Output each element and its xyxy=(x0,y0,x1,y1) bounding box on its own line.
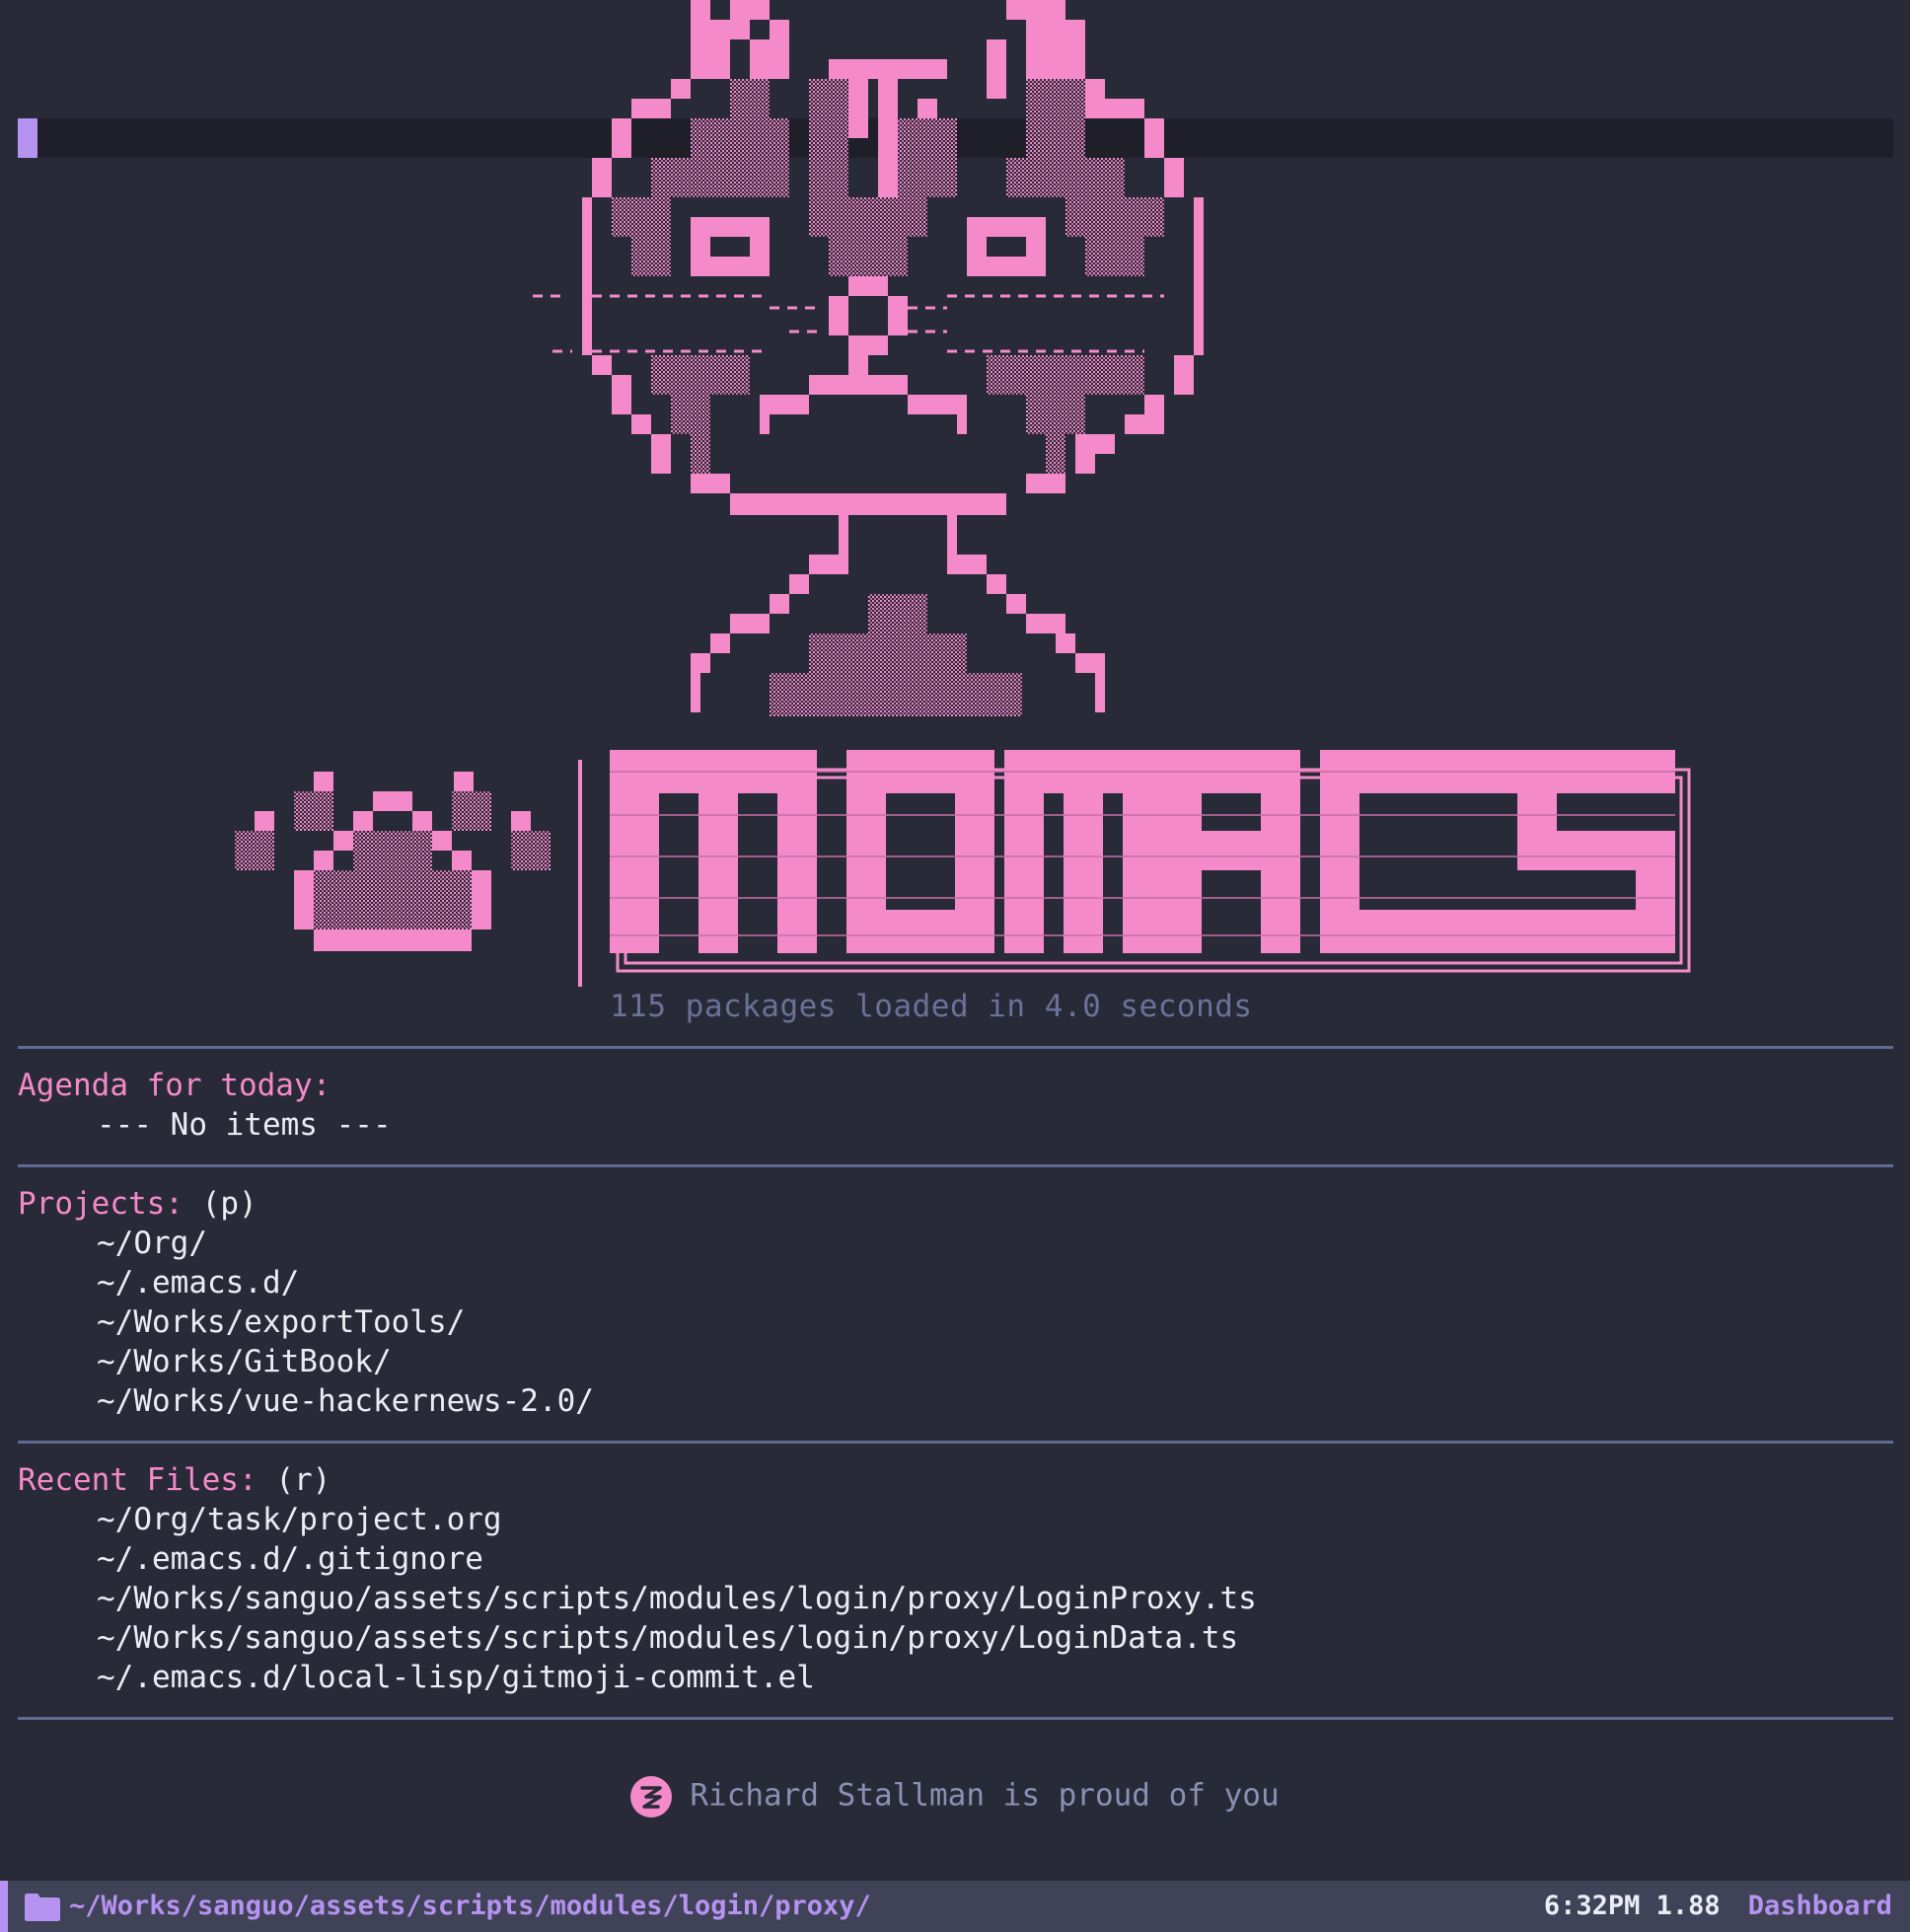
mode-line-time-load: 6:32PM 1.88 xyxy=(1543,1891,1721,1921)
footer-message: Richard Stallman is proud of you xyxy=(690,1777,1280,1814)
section-separator xyxy=(18,1441,1893,1444)
projects-title: Projects: xyxy=(18,1186,184,1222)
section-separator xyxy=(18,1046,1893,1049)
projects-section: Projects: (p) ~/Org/ ~/.emacs.d/ ~/Works… xyxy=(18,1184,594,1421)
banner-divider xyxy=(578,760,582,987)
project-item[interactable]: ~/Works/GitBook/ xyxy=(18,1342,594,1381)
dashboard-footer: Richard Stallman is proud of you xyxy=(0,1776,1910,1818)
recent-file-item[interactable]: ~/.emacs.d/.gitignore xyxy=(18,1539,1257,1579)
agenda-title: Agenda for today: xyxy=(18,1068,331,1103)
paw-shading xyxy=(235,791,551,929)
recent-files-section: Recent Files: (r) ~/Org/task/project.org… xyxy=(18,1460,1257,1697)
agenda-empty-message: --- No items --- xyxy=(97,1107,392,1143)
recent-file-item[interactable]: ~/.emacs.d/local-lisp/gitmoji-commit.el xyxy=(18,1658,1257,1697)
project-item[interactable]: ~/.emacs.d/ xyxy=(18,1263,594,1302)
section-separator xyxy=(18,1164,1893,1167)
project-item[interactable]: ~/Works/vue-hackernews-2.0/ xyxy=(18,1381,594,1421)
recent-files-title: Recent Files: xyxy=(18,1462,257,1498)
mode-line-major-mode[interactable]: Dashboard xyxy=(1748,1891,1892,1921)
momacs-wordmark xyxy=(610,750,1691,973)
recent-file-item[interactable]: ~/Works/sanguo/assets/scripts/modules/lo… xyxy=(18,1579,1257,1618)
gnu-icon xyxy=(630,1776,673,1818)
agenda-section: Agenda for today: --- No items --- xyxy=(18,1066,392,1145)
project-item[interactable]: ~/Works/exportTools/ xyxy=(18,1302,594,1342)
projects-shortcut: (p) xyxy=(201,1186,257,1222)
section-separator xyxy=(18,1717,1893,1720)
project-item[interactable]: ~/Org/ xyxy=(18,1224,594,1263)
folder-icon xyxy=(25,1894,60,1921)
mode-line-path[interactable]: ~/Works/sanguo/assets/scripts/modules/lo… xyxy=(69,1891,871,1921)
mode-line-indicator xyxy=(0,1881,8,1932)
packages-loaded-info: 115 packages loaded in 4.0 seconds xyxy=(610,989,1253,1024)
recent-files-shortcut: (r) xyxy=(275,1462,331,1498)
recent-file-item[interactable]: ~/Org/task/project.org xyxy=(18,1500,1257,1539)
recent-file-item[interactable]: ~/Works/sanguo/assets/scripts/modules/lo… xyxy=(18,1618,1257,1658)
mode-line: ~/Works/sanguo/assets/scripts/modules/lo… xyxy=(0,1881,1910,1932)
dashboard-banner xyxy=(235,0,1691,987)
